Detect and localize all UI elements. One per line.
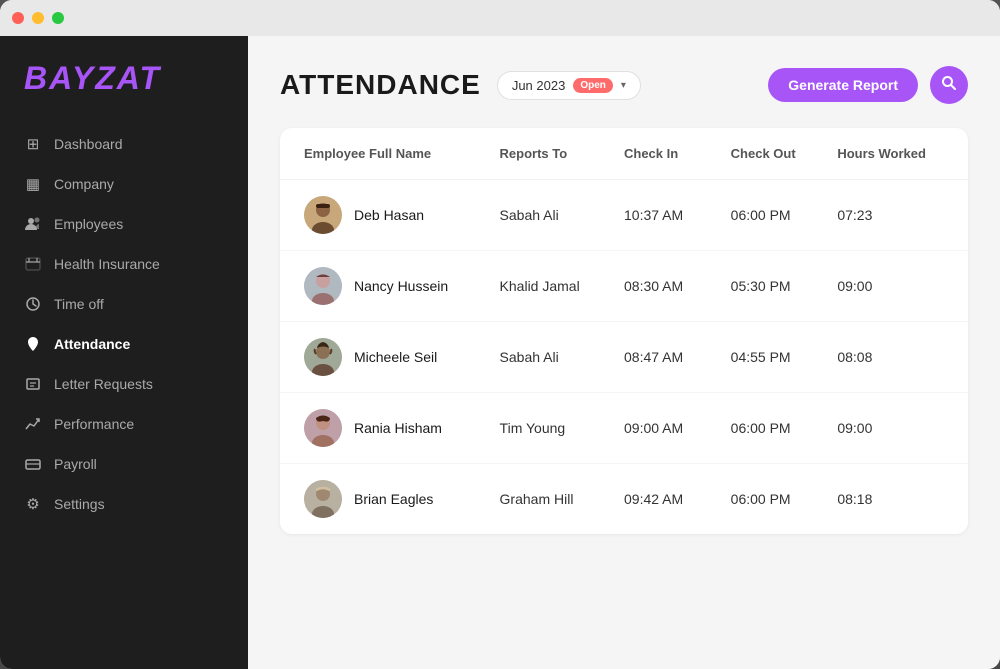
app-body: BAYZAT ⊞ Dashboard ▦ Company: [0, 36, 1000, 669]
check-in-value: 10:37 AM: [624, 207, 731, 223]
time-off-icon: [24, 295, 42, 313]
sidebar-label-time-off: Time off: [54, 296, 104, 312]
col-header-check-out: Check Out: [731, 146, 838, 161]
titlebar: [0, 0, 1000, 36]
sidebar-label-dashboard: Dashboard: [54, 136, 123, 152]
sidebar-item-health-insurance[interactable]: Health Insurance: [0, 245, 248, 283]
avatar: [304, 267, 342, 305]
avatar: [304, 196, 342, 234]
sidebar-item-letter-requests[interactable]: Letter Requests: [0, 365, 248, 403]
hours-worked-value: 09:00: [837, 278, 944, 294]
employee-name: Micheele Seil: [354, 349, 437, 365]
generate-report-button[interactable]: Generate Report: [768, 68, 918, 102]
avatar: [304, 409, 342, 447]
reports-to-value: Sabah Ali: [500, 207, 624, 223]
employee-cell: Deb Hasan: [304, 196, 500, 234]
open-status-badge: Open: [573, 78, 613, 93]
table-row[interactable]: Micheele Seil Sabah Ali 08:47 AM 04:55 P…: [280, 322, 968, 393]
sidebar-label-health-insurance: Health Insurance: [54, 256, 160, 272]
sidebar-item-attendance[interactable]: Attendance: [0, 325, 248, 363]
attendance-icon: [24, 335, 42, 353]
chevron-down-icon: ▾: [621, 80, 626, 91]
sidebar-item-dashboard[interactable]: ⊞ Dashboard: [0, 125, 248, 163]
hours-worked-value: 07:23: [837, 207, 944, 223]
company-icon: ▦: [24, 175, 42, 193]
check-out-value: 05:30 PM: [731, 278, 838, 294]
check-in-value: 08:47 AM: [624, 349, 731, 365]
reports-to-value: Tim Young: [500, 420, 624, 436]
table-header: Employee Full Name Reports To Check In C…: [280, 128, 968, 180]
logo-text: BAYZAT: [24, 60, 161, 96]
letter-requests-icon: [24, 375, 42, 393]
logo: BAYZAT: [0, 60, 248, 125]
main-content: ATTENDANCE Jun 2023 Open ▾ Generate Repo…: [248, 36, 1000, 669]
table-row[interactable]: Brian Eagles Graham Hill 09:42 AM 06:00 …: [280, 464, 968, 534]
minimize-dot[interactable]: [32, 12, 44, 24]
col-header-check-in: Check In: [624, 146, 731, 161]
col-header-hours-worked: Hours Worked: [837, 146, 944, 161]
sidebar-item-performance[interactable]: Performance: [0, 405, 248, 443]
sidebar-label-payroll: Payroll: [54, 456, 97, 472]
sidebar-label-settings: Settings: [54, 496, 105, 512]
reports-to-value: Sabah Ali: [500, 349, 624, 365]
sidebar-item-payroll[interactable]: Payroll: [0, 445, 248, 483]
date-label: Jun 2023: [512, 78, 566, 93]
hours-worked-value: 09:00: [837, 420, 944, 436]
check-in-value: 09:42 AM: [624, 491, 731, 507]
sidebar-item-employees[interactable]: Employees: [0, 205, 248, 243]
close-dot[interactable]: [12, 12, 24, 24]
header-right: Generate Report: [768, 66, 968, 104]
header-left: ATTENDANCE Jun 2023 Open ▾: [280, 69, 641, 101]
sidebar-item-settings[interactable]: ⚙ Settings: [0, 485, 248, 523]
employees-icon: [24, 215, 42, 233]
settings-icon: ⚙: [24, 495, 42, 513]
payroll-icon: [24, 455, 42, 473]
employee-name: Nancy Hussein: [354, 278, 448, 294]
dashboard-icon: ⊞: [24, 135, 42, 153]
table-row[interactable]: Nancy Hussein Khalid Jamal 08:30 AM 05:3…: [280, 251, 968, 322]
check-in-value: 08:30 AM: [624, 278, 731, 294]
date-filter-pill[interactable]: Jun 2023 Open ▾: [497, 71, 641, 100]
maximize-dot[interactable]: [52, 12, 64, 24]
table-row[interactable]: Deb Hasan Sabah Ali 10:37 AM 06:00 PM 07…: [280, 180, 968, 251]
attendance-table: Employee Full Name Reports To Check In C…: [280, 128, 968, 534]
page-title: ATTENDANCE: [280, 69, 481, 101]
sidebar-label-letter-requests: Letter Requests: [54, 376, 153, 392]
avatar: [304, 480, 342, 518]
search-icon: [941, 75, 957, 96]
reports-to-value: Graham Hill: [500, 491, 624, 507]
nav-list: ⊞ Dashboard ▦ Company: [0, 125, 248, 523]
employee-name: Rania Hisham: [354, 420, 442, 436]
employee-cell: Rania Hisham: [304, 409, 500, 447]
performance-icon: [24, 415, 42, 433]
sidebar-label-employees: Employees: [54, 216, 123, 232]
employee-cell: Brian Eagles: [304, 480, 500, 518]
header-row: ATTENDANCE Jun 2023 Open ▾ Generate Repo…: [280, 66, 968, 104]
app-window: BAYZAT ⊞ Dashboard ▦ Company: [0, 0, 1000, 669]
employee-name: Deb Hasan: [354, 207, 424, 223]
table-row[interactable]: Rania Hisham Tim Young 09:00 AM 06:00 PM…: [280, 393, 968, 464]
sidebar-item-time-off[interactable]: Time off: [0, 285, 248, 323]
sidebar-item-company[interactable]: ▦ Company: [0, 165, 248, 203]
check-out-value: 04:55 PM: [731, 349, 838, 365]
hours-worked-value: 08:08: [837, 349, 944, 365]
sidebar-label-attendance: Attendance: [54, 336, 130, 352]
check-out-value: 06:00 PM: [731, 491, 838, 507]
sidebar-label-company: Company: [54, 176, 114, 192]
reports-to-value: Khalid Jamal: [500, 278, 624, 294]
check-in-value: 09:00 AM: [624, 420, 731, 436]
avatar: [304, 338, 342, 376]
check-out-value: 06:00 PM: [731, 420, 838, 436]
employee-cell: Micheele Seil: [304, 338, 500, 376]
check-out-value: 06:00 PM: [731, 207, 838, 223]
col-header-reports-to: Reports To: [500, 146, 624, 161]
sidebar: BAYZAT ⊞ Dashboard ▦ Company: [0, 36, 248, 669]
sidebar-label-performance: Performance: [54, 416, 134, 432]
search-button[interactable]: [930, 66, 968, 104]
health-insurance-icon: [24, 255, 42, 273]
col-header-name: Employee Full Name: [304, 146, 500, 161]
hours-worked-value: 08:18: [837, 491, 944, 507]
employee-cell: Nancy Hussein: [304, 267, 500, 305]
employee-name: Brian Eagles: [354, 491, 433, 507]
